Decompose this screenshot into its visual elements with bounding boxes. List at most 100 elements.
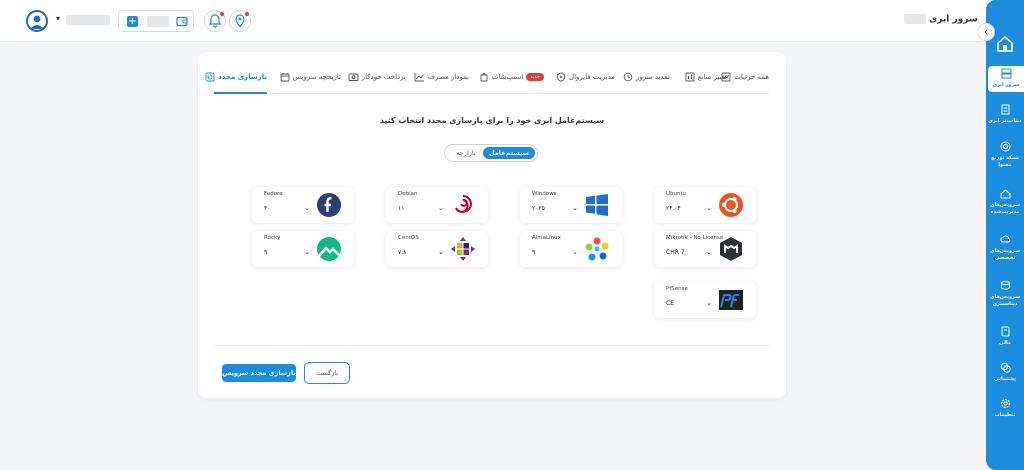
toggle-option-os[interactable]: سیستم‌عامل — [483, 147, 535, 159]
almalinux-logo-icon — [585, 237, 609, 261]
sidebar-item-managed-services[interactable]: سرویس‌های مدیریت‌شده — [986, 188, 1024, 216]
os-card-rocky[interactable]: Rocky ۹ ⌄ — [252, 231, 354, 267]
back-button[interactable]: بازگشت — [304, 362, 350, 384]
sidebar-item-support[interactable]: پشتیبانی — [986, 362, 1024, 383]
renew-icon — [623, 72, 633, 82]
centos-logo-icon — [451, 237, 475, 261]
chevron-down-icon[interactable]: ▾ — [56, 14, 60, 23]
sidebar-item-label: سرور ابری — [992, 82, 1020, 88]
sidebar-item-cloud-datacenter[interactable]: دیتاسنتر ابری — [986, 104, 1024, 125]
rebuild-service-button[interactable]: بازسازی مجدد سرویس — [222, 364, 296, 382]
sidebar-item-label: شبکه توزیع محتوا — [991, 155, 1019, 168]
pfsense-logo-icon — [719, 290, 743, 310]
cloud-managed-icon — [1000, 189, 1010, 199]
os-version-select[interactable]: ۹ — [264, 249, 267, 256]
sidebar-collapse-button[interactable]: ‹ — [977, 23, 995, 41]
wallet-pill[interactable]: + — [118, 10, 194, 32]
os-version-select[interactable]: ۴۰ — [264, 205, 270, 212]
os-version-select[interactable]: ۷.۸ — [398, 249, 406, 256]
chevron-down-icon[interactable]: ⌄ — [304, 248, 310, 256]
chevron-down-icon[interactable]: ⌄ — [706, 299, 712, 307]
cloud-special-icon — [999, 235, 1010, 243]
payment-icon — [348, 73, 359, 81]
sidebar-item-label: تنظیمات — [994, 412, 1016, 418]
os-name: Rocky — [264, 235, 281, 241]
os-name: Windows — [532, 191, 557, 197]
tab-auto-payment[interactable]: پرداخت خودکار — [348, 72, 406, 82]
new-badge: جدید — [526, 73, 544, 81]
tab-usage-chart[interactable]: نمودار مصرف — [414, 72, 469, 82]
tab-label: همه جزئیات — [734, 73, 769, 81]
chevron-down-icon[interactable]: ⌄ — [572, 204, 578, 212]
snapshot-icon — [480, 72, 488, 82]
cdn-icon — [1000, 141, 1010, 152]
add-credit-icon[interactable]: + — [127, 16, 138, 27]
os-version-select[interactable]: ۹ — [532, 249, 535, 256]
sidebar-item-label: دیتاسنتر ابری — [988, 118, 1022, 124]
tab-bar: همه جزئیات تغییر منابع تمدید سرور مدیریت… — [205, 68, 769, 94]
sidebar-item-cdn[interactable]: شبکه توزیع محتوا — [986, 141, 1024, 169]
notifications-button[interactable] — [204, 10, 226, 32]
datacenter-icon — [1001, 104, 1009, 115]
rebuild-icon — [205, 72, 215, 82]
tab-service-history[interactable]: تاریخچه سرویس — [280, 72, 341, 82]
tab-label: تغییر منابع — [697, 73, 727, 81]
chevron-down-icon[interactable]: ⌄ — [706, 204, 712, 212]
sidebar-item-label: سرویس‌های دیتاسنتری — [989, 294, 1020, 307]
chevron-down-icon[interactable]: ⌄ — [438, 248, 444, 256]
tab-change-resources[interactable]: تغییر منابع — [685, 72, 727, 82]
server-icon — [1001, 68, 1011, 79]
tab-renew-server[interactable]: تمدید سرور — [623, 72, 670, 82]
os-card-mikrotik[interactable]: Mikrotik - No License CHR 7 ⌄ — [654, 231, 756, 267]
os-version-select[interactable]: CE — [666, 300, 674, 307]
ubuntu-logo-icon — [719, 193, 743, 217]
notification-dot — [220, 12, 224, 16]
sidebar-item-special-services[interactable]: سرویس‌های تخصصی — [986, 234, 1024, 262]
breadcrumb: سرور ابری — [904, 14, 978, 25]
os-card-fedora[interactable]: Fedora ۴۰ ⌄ — [252, 187, 354, 223]
os-type-toggle[interactable]: سیستم‌عامل بازارچه — [444, 144, 538, 162]
sidebar-item-label: پشتیبانی — [994, 376, 1016, 382]
tab-firewall[interactable]: مدیریت فایروال — [556, 72, 615, 82]
settings-icon — [1000, 398, 1010, 409]
sidebar-item-cloud-server[interactable]: سرور ابری — [988, 66, 1024, 92]
tab-all-details[interactable]: همه جزئیات — [721, 72, 769, 82]
fedora-logo-icon — [317, 193, 341, 217]
os-version-select[interactable]: CHR 7 — [666, 249, 685, 256]
os-card-windows[interactable]: Windows ۲۰۲۵ ⌄ — [520, 187, 622, 223]
chevron-down-icon[interactable]: ⌄ — [706, 248, 712, 256]
os-version-select[interactable]: ۲۴.۰۴ — [666, 205, 681, 212]
sidebar-item-label: سرویس‌های تخصصی — [989, 248, 1020, 261]
os-card-debian[interactable]: Debian ۱۱ ⌄ — [386, 187, 488, 223]
home-icon[interactable] — [995, 35, 1015, 53]
tab-label: مدیریت فایروال — [569, 73, 615, 81]
calendar-icon — [280, 73, 290, 82]
chevron-down-icon[interactable]: ⌄ — [304, 204, 310, 212]
location-button[interactable] — [229, 10, 251, 32]
os-card-ubuntu[interactable]: Ubuntu ۲۴.۰۴ ⌄ — [654, 187, 756, 223]
os-name: Fedora — [264, 191, 283, 197]
tab-snapshot[interactable]: اسنپ‌شات جدید — [479, 72, 544, 82]
os-name: Ubuntu — [666, 191, 687, 197]
windows-logo-icon — [586, 194, 608, 216]
sidebar-item-finance[interactable]: مالی — [986, 326, 1024, 347]
user-name-placeholder — [66, 15, 110, 25]
active-tab-indicator — [214, 92, 267, 94]
chevron-down-icon[interactable]: ⌄ — [572, 248, 578, 256]
os-card-almalinux[interactable]: AlmaLinux ۹ ⌄ — [520, 231, 622, 267]
os-name: Mikrotik - No License — [666, 235, 724, 241]
sidebar-item-settings[interactable]: تنظیمات — [986, 398, 1024, 419]
os-version-select[interactable]: ۲۰۲۵ — [532, 205, 545, 212]
os-version-select[interactable]: ۱۱ — [398, 205, 404, 212]
tab-rebuild[interactable]: بازسازی مجدد — [205, 72, 267, 82]
breadcrumb-label: سرور ابری — [929, 14, 978, 25]
sidebar-item-datacenter-services[interactable]: سرویس‌های دیتاسنتری — [986, 280, 1024, 308]
toggle-option-marketplace[interactable]: بازارچه — [451, 147, 481, 159]
os-card-pfsense[interactable]: PfSense CE ⌄ — [654, 282, 756, 318]
chevron-down-icon[interactable]: ⌄ — [438, 204, 444, 212]
user-icon — [30, 15, 44, 29]
rocky-logo-icon — [317, 237, 341, 261]
os-card-centos[interactable]: CentOS ۷.۸ ⌄ — [386, 231, 488, 267]
tab-label: تاریخچه سرویس — [292, 73, 341, 81]
avatar[interactable] — [26, 10, 48, 32]
